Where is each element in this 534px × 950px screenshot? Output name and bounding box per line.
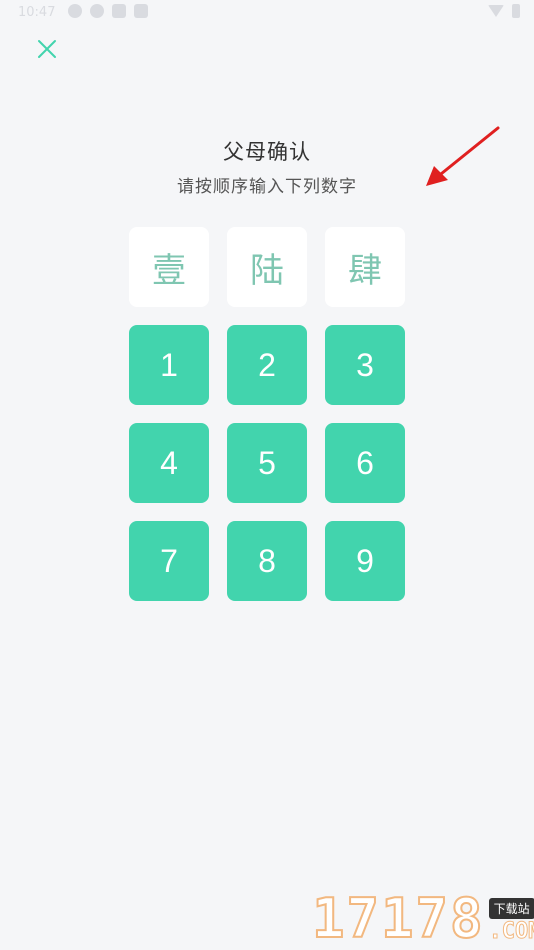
cloud-icon — [134, 4, 148, 18]
prompt-digit-3: 肆 — [325, 227, 405, 307]
watermark: 17178 下载站 .COM — [311, 886, 534, 950]
watermark-digits: 17178 — [311, 887, 485, 950]
watermark-badge: 下载站 — [488, 898, 534, 919]
status-time: 10:47 — [18, 5, 56, 20]
key-5-button[interactable]: 5 — [227, 423, 307, 503]
annotation-arrow-icon — [426, 126, 500, 186]
watermark-suffix: .COM — [488, 919, 534, 945]
key-4-button[interactable]: 4 — [129, 423, 209, 503]
wifi-icon — [488, 5, 504, 17]
key-8-button[interactable]: 8 — [227, 521, 307, 601]
close-button[interactable] — [30, 32, 64, 66]
number-keypad: 1 2 3 4 5 6 7 8 9 — [129, 325, 405, 601]
key-7-button[interactable]: 7 — [129, 521, 209, 601]
key-9-button[interactable]: 9 — [325, 521, 405, 601]
battery-icon — [512, 4, 520, 18]
app-icon — [112, 4, 126, 18]
close-icon — [38, 40, 56, 58]
prompt-digit-2: 陆 — [227, 227, 307, 307]
key-3-button[interactable]: 3 — [325, 325, 405, 405]
key-1-button[interactable]: 1 — [129, 325, 209, 405]
status-bar: 10:47 — [0, 0, 534, 28]
prompt-digit-1: 壹 — [129, 227, 209, 307]
system-icons — [488, 4, 520, 18]
key-6-button[interactable]: 6 — [325, 423, 405, 503]
key-2-button[interactable]: 2 — [227, 325, 307, 405]
settings-icon — [68, 4, 82, 18]
prompt-digits: 壹 陆 肆 — [129, 227, 405, 307]
gear-icon — [90, 4, 104, 18]
notification-icons — [68, 4, 148, 18]
